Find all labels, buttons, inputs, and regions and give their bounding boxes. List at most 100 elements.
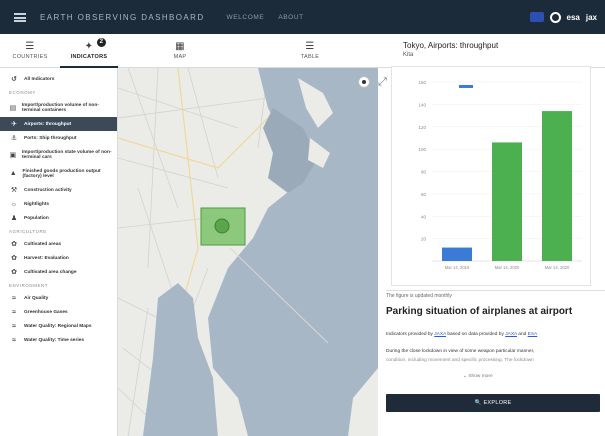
tab-indicators[interactable]: ✦ INDICATORS 2 bbox=[60, 34, 118, 68]
sidebar-item-ports[interactable]: ⚓ Ports: Ship throughput bbox=[0, 131, 117, 145]
chart-x-tick-label: Mar 14, 2019 bbox=[445, 265, 470, 270]
source-text-end: and bbox=[516, 332, 528, 337]
esa-logo-icon bbox=[549, 11, 561, 23]
hamburger-menu-icon[interactable] bbox=[14, 12, 26, 22]
sidebar-item-label: Nightlights bbox=[24, 201, 50, 207]
explore-button[interactable]: 🔍 EXPLORE bbox=[386, 394, 600, 412]
map-layer-button[interactable] bbox=[358, 76, 370, 88]
tab-table-label: TABLE bbox=[300, 54, 320, 60]
wind-icon: ≈ bbox=[12, 294, 16, 302]
leaf-icon: ✿ bbox=[11, 255, 17, 262]
chart-bar bbox=[542, 111, 572, 262]
tab-indicators-label: INDICATORS bbox=[70, 54, 108, 60]
sidebar-section-environment: ENVIRONMENT bbox=[9, 283, 49, 288]
nav-about[interactable]: ABOUT bbox=[278, 14, 303, 21]
top-navigation-bar: EARTH OBSERVING DASHBOARD WELCOME ABOUT … bbox=[0, 0, 605, 34]
sidebar-section-economy: ECONOMY bbox=[9, 90, 36, 95]
chart-reference-marker bbox=[459, 84, 473, 88]
chart-y-tick-label: 160 bbox=[418, 80, 426, 85]
source-text-pre: Indicators provided by bbox=[386, 332, 435, 337]
chart-x-tick-label: Mar 14, 2020 bbox=[545, 265, 570, 270]
ship-icon: ⚓ bbox=[10, 135, 18, 142]
sidebar-item-label: Population bbox=[24, 215, 49, 221]
chart-svg: 20 40 60 80 100 120 140 160 Mar 14, 2019 Mar 14, … bbox=[418, 80, 582, 270]
jaxa-logo-text: jax bbox=[585, 12, 597, 22]
chart-y-tick-label: 100 bbox=[418, 147, 426, 152]
show-more-label: Show more bbox=[468, 374, 493, 379]
app-title[interactable]: EARTH OBSERVING DASHBOARD bbox=[40, 13, 205, 22]
sidebar-item-cars[interactable]: ▣ Import/production state volume of non-… bbox=[0, 145, 117, 164]
sidebar-item-factory[interactable]: ▲ Finished goods production output (fact… bbox=[0, 164, 117, 183]
source-link-3[interactable]: ESA bbox=[528, 332, 538, 337]
sidebar-item-cultivated-areas[interactable]: ✿ Cultivated areas bbox=[0, 237, 117, 251]
source-text-mid: based on data provided by bbox=[446, 332, 506, 337]
chart-bar bbox=[492, 142, 522, 261]
sidebar-item-population[interactable]: ♟ Population bbox=[0, 211, 117, 225]
sidebar-item-label: Airports: throughput bbox=[24, 121, 72, 127]
leaf-icon: ✿ bbox=[11, 241, 17, 248]
chart-y-tick-label: 60 bbox=[421, 192, 427, 197]
source-link-2[interactable]: JAXA bbox=[505, 332, 517, 337]
hamburger-icon: ☰ bbox=[25, 41, 35, 52]
water-icon: ≈ bbox=[12, 322, 16, 330]
chart-y-tick-label: 140 bbox=[418, 102, 426, 107]
sidebar-item-greenhouse[interactable]: ≈ Greenhouse Gases bbox=[0, 305, 117, 319]
sidebar-item-water-regional[interactable]: ≈ Water Quality: Regional Maps bbox=[0, 319, 117, 333]
leaf-icon: ✿ bbox=[11, 269, 17, 276]
sidebar-item-label: Water Quality: Time series bbox=[24, 337, 84, 343]
chart-x-tick-label: Mar 14, 2020 bbox=[495, 265, 520, 270]
table-icon: ☰ bbox=[305, 41, 315, 52]
tab-countries[interactable]: ☰ COUNTRIES bbox=[0, 34, 60, 68]
map-canvas[interactable] bbox=[118, 68, 378, 436]
indicator-heading: Parking situation of airplanes at airpor… bbox=[386, 306, 573, 317]
people-icon: ♟ bbox=[10, 215, 18, 222]
nav-welcome[interactable]: WELCOME bbox=[227, 14, 265, 21]
indicators-count-badge: 2 bbox=[97, 38, 106, 47]
sidebar-item-air-quality[interactable]: ≈ Air Quality bbox=[0, 291, 117, 305]
chart-y-tick-label: 80 bbox=[421, 170, 427, 175]
airplane-icon: ✈ bbox=[11, 121, 17, 128]
sidebar-item-label: Ports: Ship throughput bbox=[24, 135, 77, 141]
sidebar-item-construction[interactable]: ⚒ Construction activity bbox=[0, 183, 117, 197]
sidebar-item-label: Air Quality bbox=[24, 295, 49, 301]
chart-y-tick-label: 120 bbox=[418, 125, 426, 130]
panel-subtitle: Kita bbox=[403, 52, 414, 58]
chart-y-tick-label: 20 bbox=[421, 237, 427, 242]
indicator-sidebar: ↺ All Indicators ECONOMY ▤ Import/produc… bbox=[0, 68, 118, 436]
show-more-link[interactable]: ⌄ Show more bbox=[463, 374, 493, 379]
throughput-chart: 20 40 60 80 100 120 140 160 Mar 14, 2019 Mar 14, … bbox=[391, 66, 591, 286]
refresh-icon: ↺ bbox=[11, 76, 17, 83]
divider bbox=[386, 290, 605, 291]
partner-logos: esa jax bbox=[529, 11, 597, 23]
description-line-1: During the close lockdown in view of som… bbox=[386, 349, 535, 354]
sidebar-item-label: Cultivated areas bbox=[24, 241, 62, 247]
map-view[interactable] bbox=[118, 68, 378, 436]
satellite-icon: ✦ bbox=[84, 41, 94, 52]
nasa-flag-icon bbox=[529, 12, 544, 22]
sidebar-item-harvest[interactable]: ✿ Harvest: Evaluation bbox=[0, 251, 117, 265]
sidebar-item-label: Water Quality: Regional Maps bbox=[24, 323, 92, 329]
construction-icon: ⚒ bbox=[10, 187, 18, 194]
sidebar-item-label: Construction activity bbox=[24, 187, 72, 193]
esa-logo-text: esa bbox=[566, 12, 580, 22]
light-icon: ☼ bbox=[10, 200, 18, 208]
source-link-1[interactable]: JAXA bbox=[434, 332, 446, 337]
sidebar-item-label: Greenhouse Gases bbox=[24, 309, 68, 315]
map-icon: ▦ bbox=[175, 41, 185, 52]
chart-y-tick-label: 40 bbox=[421, 214, 427, 219]
sidebar-item-cultivated-change[interactable]: ✿ Cultivated area change bbox=[0, 265, 117, 279]
sidebar-item-label: All Indicators bbox=[24, 76, 55, 82]
sidebar-item-water-timeseries[interactable]: ≈ Water Quality: Time series bbox=[0, 333, 117, 347]
water-icon: ≈ bbox=[12, 336, 16, 344]
indicator-panel: Tokyo, Airports: throughput Kita 20 40 60 8… bbox=[383, 36, 605, 436]
sidebar-item-label: Finished goods production output (factor… bbox=[22, 168, 101, 179]
tab-map[interactable]: ▦ MAP bbox=[150, 34, 210, 68]
panel-title: Tokyo, Airports: throughput bbox=[403, 41, 499, 50]
sidebar-item-airports[interactable]: ✈ Airports: throughput bbox=[0, 117, 117, 131]
sidebar-item-label: Cultivated area change bbox=[24, 269, 77, 275]
description-line-2: condition, including movement and specif… bbox=[386, 358, 534, 363]
sidebar-item-all-indicators[interactable]: ↺ All Indicators bbox=[0, 72, 117, 86]
tab-table[interactable]: ☰ TABLE bbox=[280, 34, 340, 68]
sidebar-item-nightlights[interactable]: ☼ Nightlights bbox=[0, 197, 117, 211]
sidebar-item-containers[interactable]: ▤ Import/production volume of non-termin… bbox=[0, 98, 117, 117]
